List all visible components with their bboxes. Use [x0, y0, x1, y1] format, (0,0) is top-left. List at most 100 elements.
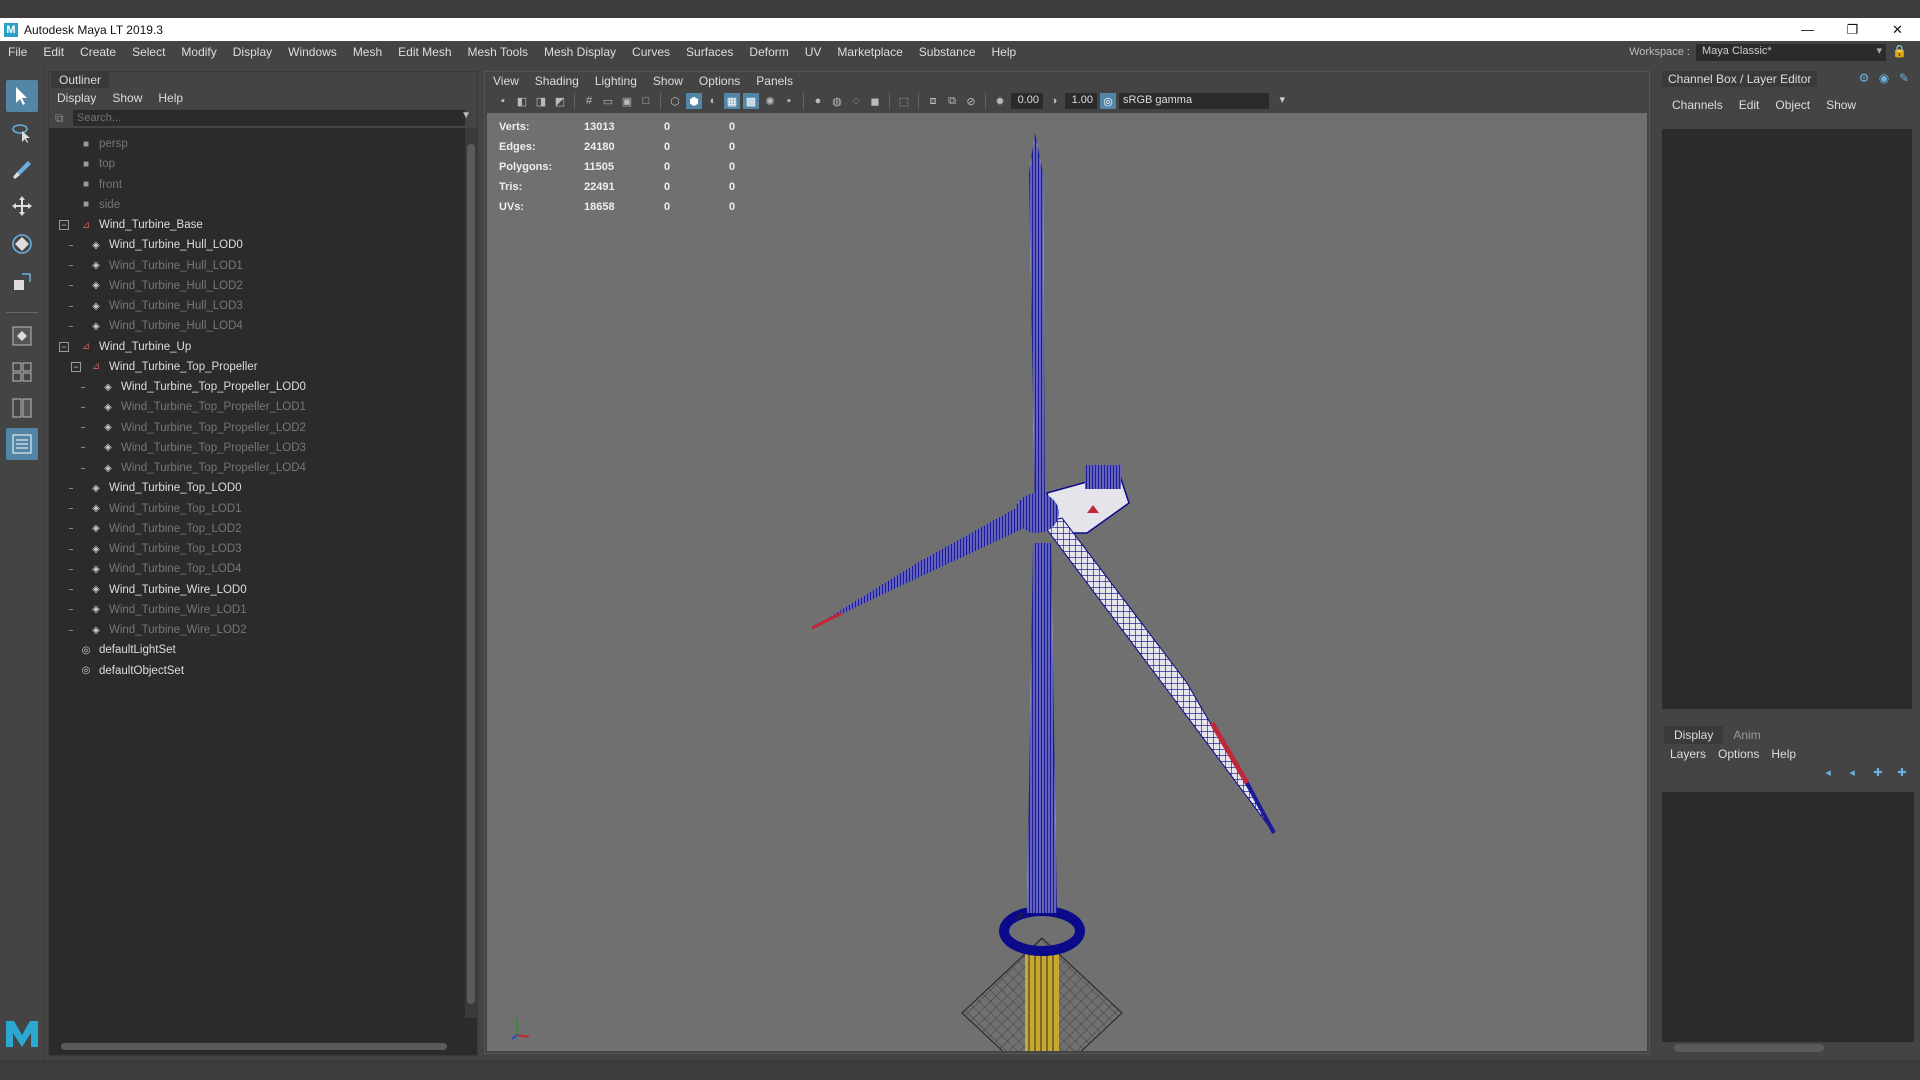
layer-tab-display[interactable]: Display [1664, 726, 1724, 744]
rotate-tool[interactable] [6, 228, 38, 260]
menu-mesh-tools[interactable]: Mesh Tools [460, 45, 536, 59]
layers-menu[interactable]: Layers [1664, 747, 1712, 761]
outliner-item[interactable]: ◈ Wind_Turbine_Top_LOD2 [49, 519, 459, 539]
3d-viewport[interactable]: Verts: 13013 0 0 Edges: 24180 0 0 Polygons: 11505… [487, 113, 1647, 1051]
screen-space-ao-icon[interactable]: ● [810, 93, 826, 109]
outliner-item[interactable]: ◈ Wind_Turbine_Wire_LOD0 [49, 580, 459, 600]
paint-select-tool[interactable] [6, 154, 38, 186]
layer-horizontal-scrollbar[interactable] [1662, 1042, 1914, 1054]
lasso-tool[interactable] [6, 117, 38, 149]
outliner-menu-show[interactable]: Show [104, 91, 150, 105]
motion-blur-icon[interactable]: ◍ [829, 93, 845, 109]
wireframe-on-shaded-icon[interactable]: ▦ [724, 93, 740, 109]
camera-attributes-icon[interactable]: ◧ [514, 93, 530, 109]
outliner-vertical-scrollbar[interactable] [465, 128, 477, 1018]
viewport-menu-panels[interactable]: Panels [748, 74, 801, 88]
menu-uv[interactable]: UV [797, 45, 830, 59]
menu-surfaces[interactable]: Surfaces [678, 45, 741, 59]
viewport-menu-shading[interactable]: Shading [527, 74, 587, 88]
lights-icon[interactable]: ✺ [762, 93, 778, 109]
workspace-dropdown[interactable]: Maya Classic* [1696, 43, 1886, 61]
menu-file[interactable]: File [0, 45, 35, 59]
outliner-item[interactable]: ◈ Wind_Turbine_Top_Propeller_LOD3 [49, 438, 459, 458]
outliner-item[interactable]: ◈ Wind_Turbine_Top_Propeller_LOD2 [49, 418, 459, 438]
grid-icon[interactable]: # [581, 93, 597, 109]
new-layer-icon[interactable]: ✚ [1870, 766, 1886, 782]
outliner-horizontal-scrollbar[interactable] [55, 1041, 455, 1051]
xray-joints-icon[interactable]: ⧉ [944, 93, 960, 109]
outliner-item[interactable]: ■ side [49, 195, 459, 215]
outliner-item[interactable]: ◈ Wind_Turbine_Top_LOD4 [49, 559, 459, 579]
outliner-item[interactable]: ◈ Wind_Turbine_Wire_LOD1 [49, 600, 459, 620]
viewport-menu-show[interactable]: Show [645, 74, 691, 88]
four-view-layout-button[interactable] [6, 356, 38, 388]
wireframe-icon[interactable]: ⬡ [667, 93, 683, 109]
collapse-toggle-icon[interactable]: − [71, 361, 81, 372]
collapse-toggle-icon[interactable]: − [59, 341, 69, 352]
channel-box-tab[interactable]: Channel Box / Layer Editor [1662, 71, 1818, 87]
camera-icon[interactable]: ▪ [495, 93, 511, 109]
menu-modify[interactable]: Modify [173, 45, 224, 59]
outliner-item[interactable]: ◈ Wind_Turbine_Hull_LOD3 [49, 296, 459, 316]
search-options-chevron-icon[interactable]: ▼ [461, 110, 471, 121]
gamma-field[interactable]: 1.00 [1065, 93, 1097, 109]
tool-settings-icon[interactable]: ◉ [1876, 71, 1892, 87]
menu-create[interactable]: Create [72, 45, 124, 59]
menu-mesh[interactable]: Mesh [345, 45, 390, 59]
layer-help-menu[interactable]: Help [1765, 747, 1802, 761]
gamma-icon[interactable]: ◑ [1046, 93, 1062, 109]
view-transform-dropdown[interactable]: sRGB gamma [1119, 93, 1285, 109]
outliner-item[interactable]: ◎ defaultObjectSet [49, 661, 459, 681]
outliner-item[interactable]: ■ top [49, 154, 459, 174]
move-layer-down-icon[interactable]: ◂ [1844, 766, 1860, 782]
select-tool[interactable] [6, 80, 38, 112]
outliner-item[interactable]: ◈ Wind_Turbine_Top_Propeller_LOD1 [49, 397, 459, 417]
xray-icon[interactable]: ⧈ [925, 93, 941, 109]
channels-menu[interactable]: Channels [1664, 98, 1731, 112]
color-management-icon[interactable]: ◎ [1100, 93, 1116, 109]
channelbox-object-menu[interactable]: Object [1767, 98, 1818, 112]
outliner-item[interactable]: − ⊿ Wind_Turbine_Base [49, 215, 459, 235]
layer-tab-anim[interactable]: Anim [1723, 726, 1770, 744]
outliner-tab[interactable]: Outliner [51, 72, 110, 88]
outliner-item[interactable]: ◈ Wind_Turbine_Hull_LOD4 [49, 316, 459, 336]
move-tool[interactable] [6, 190, 38, 222]
two-view-layout-button[interactable] [6, 392, 38, 424]
outliner-item[interactable]: ■ persp [49, 134, 459, 154]
outliner-item[interactable]: ◈ Wind_Turbine_Top_LOD0 [49, 478, 459, 498]
depth-of-field-icon[interactable]: ◼ [867, 93, 883, 109]
single-view-layout-button[interactable] [6, 320, 38, 352]
viewport-menu-options[interactable]: Options [691, 74, 748, 88]
outliner-item[interactable]: ◎ defaultLightSet [49, 640, 459, 660]
outliner-item[interactable]: − ⊿ Wind_Turbine_Top_Propeller [49, 357, 459, 377]
outliner-menu-help[interactable]: Help [150, 91, 191, 105]
viewport-menu-lighting[interactable]: Lighting [587, 74, 645, 88]
isolate-select-icon[interactable]: ⬚ [896, 93, 912, 109]
close-button[interactable]: ✕ [1875, 18, 1920, 41]
layer-options-menu[interactable]: Options [1712, 747, 1765, 761]
menu-mesh-display[interactable]: Mesh Display [536, 45, 624, 59]
wind-turbine-model[interactable] [487, 113, 1647, 1051]
outliner-item[interactable]: ◈ Wind_Turbine_Wire_LOD2 [49, 620, 459, 640]
shadows-icon[interactable]: ▪ [781, 93, 797, 109]
image-plane-icon[interactable]: ◩ [552, 93, 568, 109]
bookmark-icon[interactable]: ◨ [533, 93, 549, 109]
menu-deform[interactable]: Deform [741, 45, 796, 59]
outliner-item[interactable]: ■ front [49, 175, 459, 195]
menu-curves[interactable]: Curves [624, 45, 678, 59]
menu-marketplace[interactable]: Marketplace [829, 45, 910, 59]
collapse-toggle-icon[interactable]: − [59, 220, 69, 230]
new-layer-from-selected-icon[interactable]: ✚ [1894, 766, 1910, 782]
menu-windows[interactable]: Windows [280, 45, 345, 59]
scale-tool[interactable] [6, 266, 38, 298]
outliner-item[interactable]: ◈ Wind_Turbine_Hull_LOD2 [49, 276, 459, 296]
outliner-item[interactable]: ◈ Wind_Turbine_Top_LOD3 [49, 539, 459, 559]
menu-edit[interactable]: Edit [35, 45, 72, 59]
exposure-field[interactable]: 0.00 [1011, 93, 1043, 109]
restore-button[interactable]: ❐ [1830, 18, 1875, 41]
outliner-item[interactable]: ◈ Wind_Turbine_Top_Propeller_LOD4 [49, 458, 459, 478]
outliner-search-input[interactable] [73, 110, 465, 126]
default-material-icon[interactable]: ◐ [705, 93, 721, 109]
outliner-item[interactable]: ◈ Wind_Turbine_Top_Propeller_LOD0 [49, 377, 459, 397]
outliner-item[interactable]: − ⊿ Wind_Turbine_Up [49, 337, 459, 357]
